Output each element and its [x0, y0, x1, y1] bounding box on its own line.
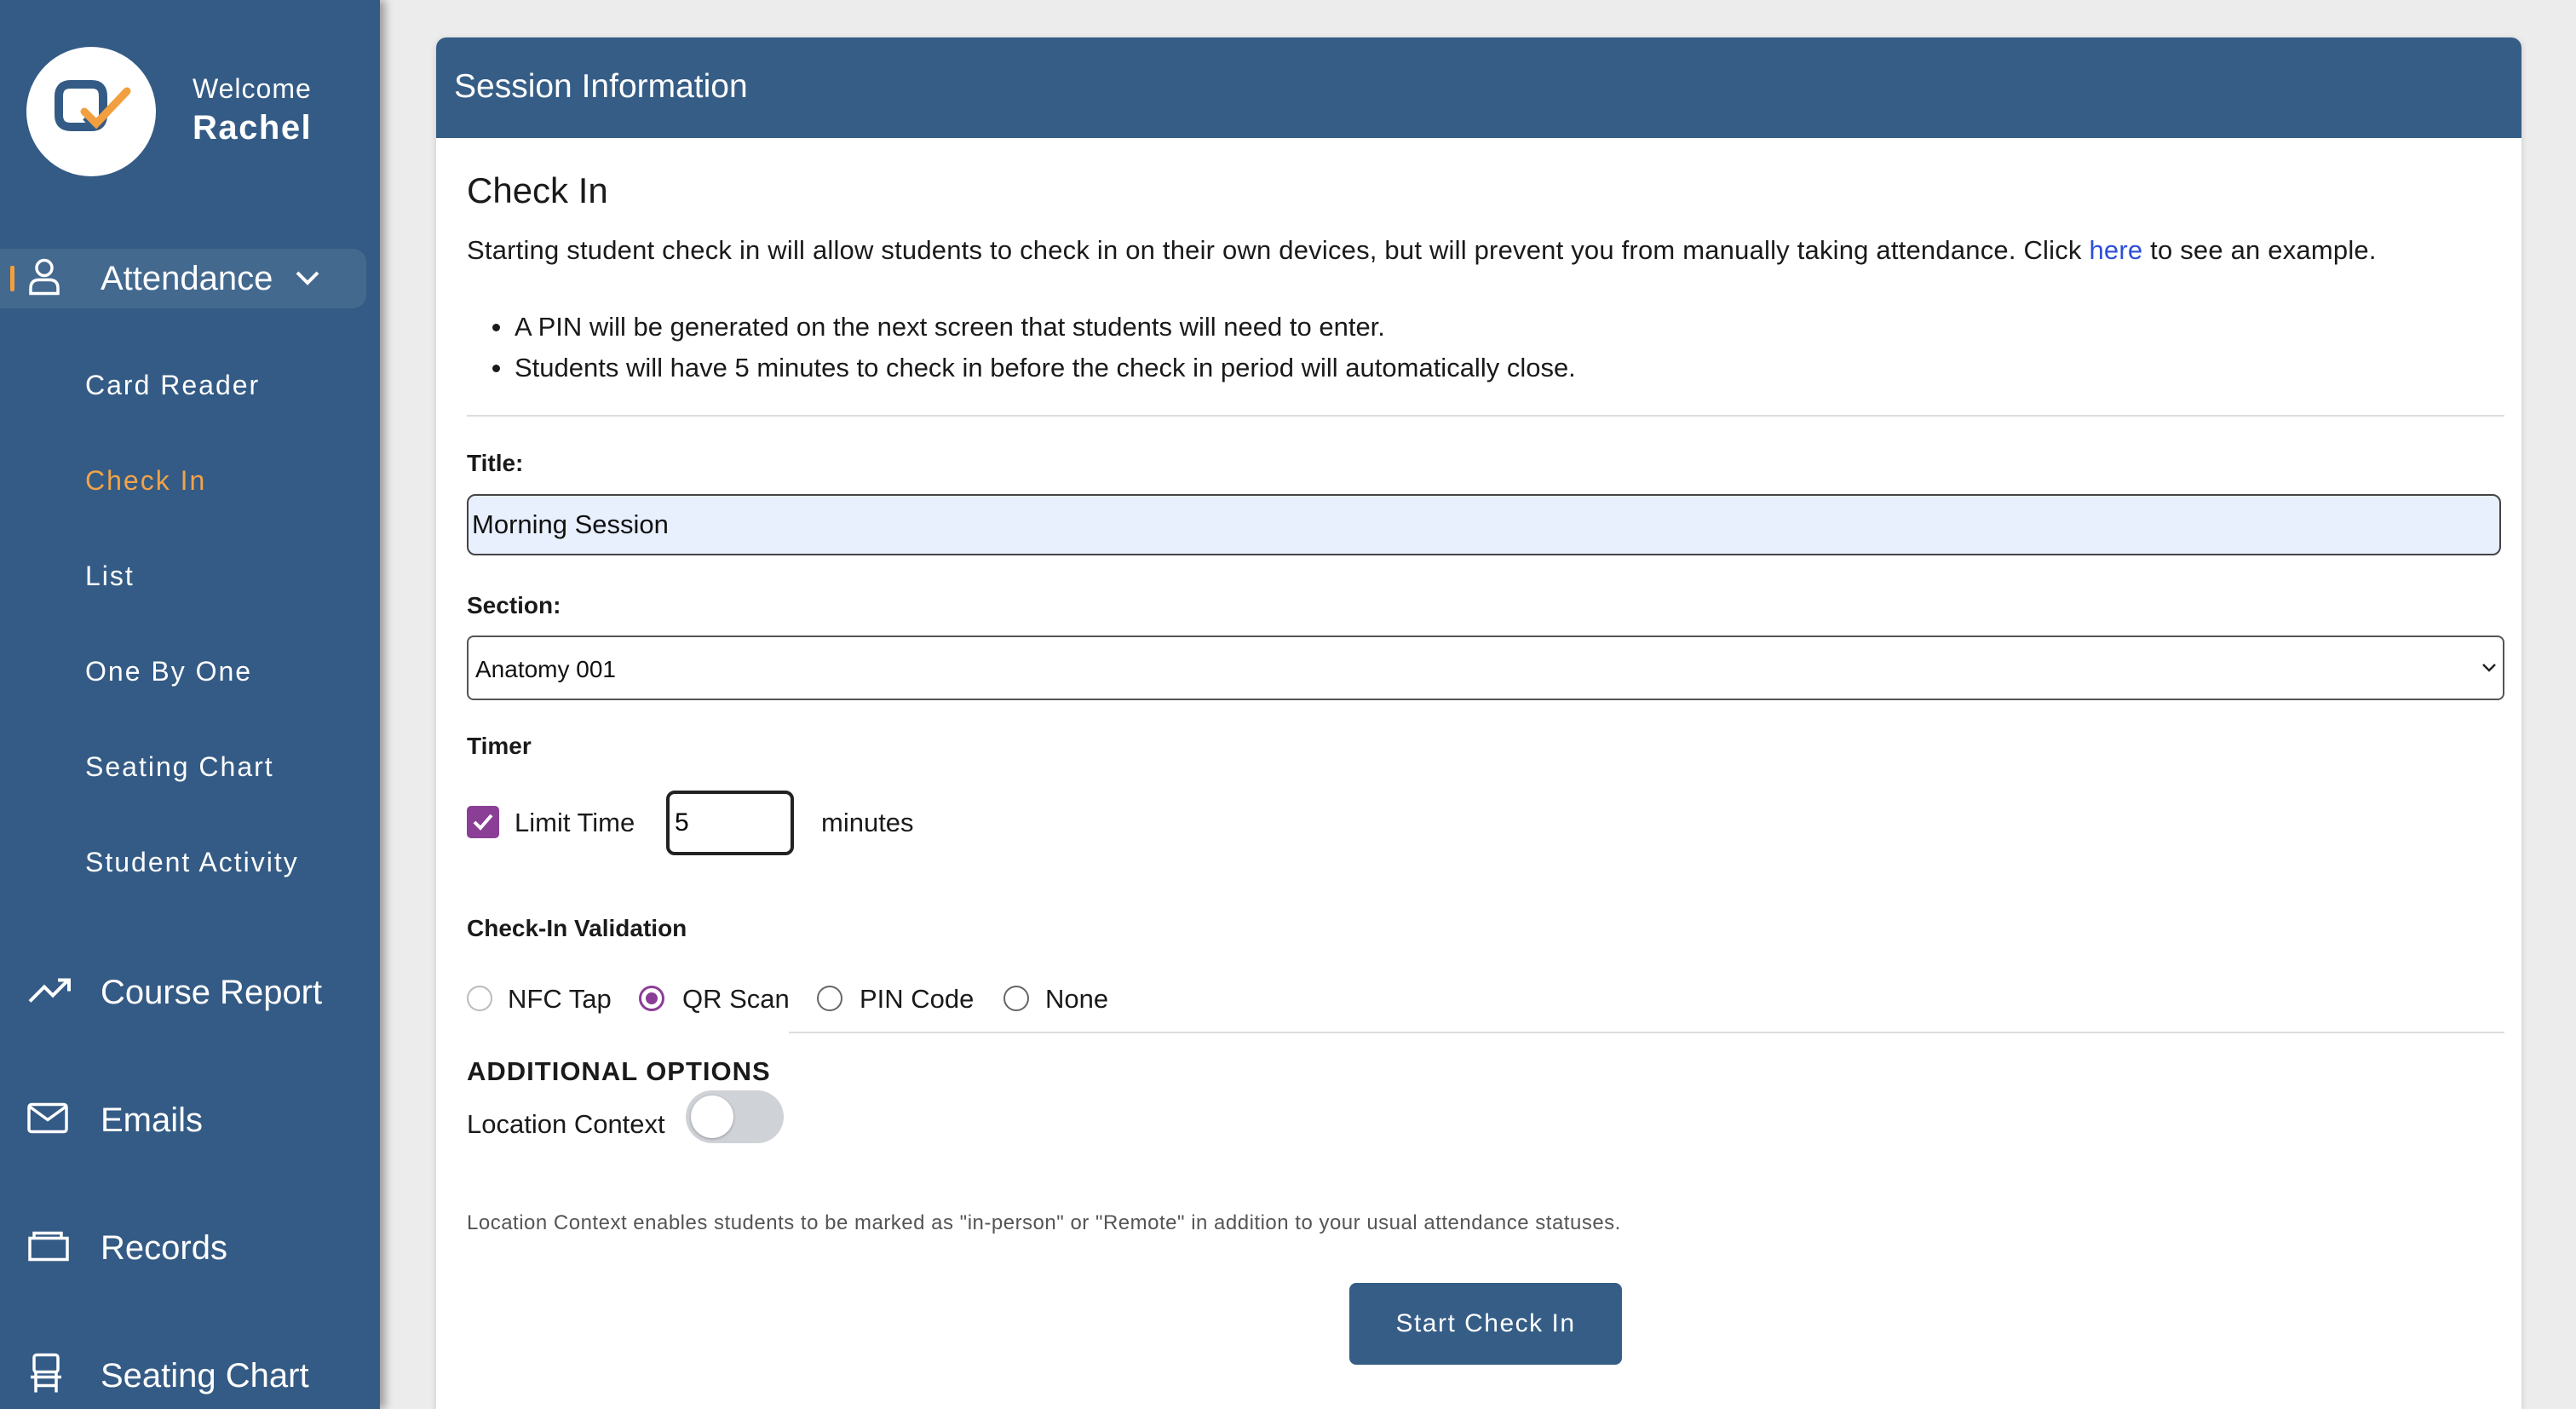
minutes-input[interactable]: [666, 791, 794, 855]
nav-emails-label: Emails: [101, 1101, 204, 1139]
radio-none-label: None: [1045, 984, 1109, 1014]
radio-pin-code[interactable]: [817, 986, 842, 1011]
additional-options-heading: ADDITIONAL OPTIONS: [467, 1056, 771, 1086]
page-title: Check In: [467, 170, 608, 210]
sidebar-item-card-reader[interactable]: Card Reader: [85, 370, 260, 401]
radio-qr-scan[interactable]: [639, 986, 664, 1011]
sidebar-item-list[interactable]: List: [85, 561, 135, 592]
divider: [467, 415, 2504, 417]
nav-attendance-label: Attendance: [101, 259, 273, 297]
title-label: Title:: [467, 450, 524, 476]
chevron-down-icon[interactable]: [294, 267, 321, 294]
section-label: Section:: [467, 592, 561, 618]
nav-seating-chart[interactable]: Seating Chart: [0, 1346, 366, 1406]
active-indicator: [10, 266, 14, 291]
card-header-title: Session Information: [454, 68, 748, 105]
timer-label: Timer: [467, 733, 532, 759]
radio-nfc-tap[interactable]: [467, 986, 492, 1011]
nav-records-label: Records: [101, 1228, 227, 1267]
limit-time-label: Limit Time: [515, 808, 635, 837]
nav-emails[interactable]: Emails: [0, 1090, 366, 1150]
intro-text-start: Starting student check in will allow stu…: [467, 235, 2090, 265]
sidebar-item-student-activity[interactable]: Student Activity: [85, 847, 299, 878]
nav-course-report[interactable]: Course Report: [0, 963, 366, 1022]
section-selected-value: Anatomy 001: [475, 656, 616, 682]
sidebar-item-seating-chart[interactable]: Seating Chart: [85, 751, 274, 783]
sidebar-item-check-in[interactable]: Check In: [85, 465, 206, 497]
intro-text-end: to see an example.: [2142, 235, 2377, 265]
user-name: Rachel: [193, 109, 313, 147]
nav-records[interactable]: Records: [0, 1218, 366, 1278]
nav-seating-chart-label: Seating Chart: [101, 1356, 309, 1395]
additional-options-divider: [789, 1032, 2504, 1033]
nav-course-report-label: Course Report: [101, 973, 323, 1011]
sidebar-item-one-by-one[interactable]: One By One: [85, 656, 252, 687]
welcome-text: Welcome: [193, 73, 312, 104]
nav-attendance[interactable]: Attendance: [0, 249, 366, 308]
radio-pin-code-label: PIN Code: [860, 984, 975, 1014]
radio-none[interactable]: [1003, 986, 1029, 1011]
title-input[interactable]: [467, 494, 2501, 555]
check-in-validation-label: Check-In Validation: [467, 915, 687, 941]
limit-time-checkbox[interactable]: [467, 806, 499, 838]
checkmark-icon: [473, 814, 493, 831]
trend-up-icon: [27, 976, 73, 1009]
chair-icon: [27, 1353, 65, 1399]
location-context-toggle[interactable]: [686, 1090, 784, 1143]
location-context-label: Location Context: [467, 1109, 665, 1139]
radio-nfc-tap-label: NFC Tap: [508, 984, 612, 1014]
card-header: Session Information: [436, 37, 2521, 138]
location-context-help: Location Context enables students to be …: [467, 1211, 1621, 1234]
session-information-card: Session Information Check In Starting st…: [436, 37, 2521, 1409]
intro-text: Starting student check in will allow stu…: [467, 235, 2377, 266]
mail-icon: [27, 1102, 68, 1138]
info-bullet-timer: Students will have 5 minutes to check in…: [492, 353, 1576, 382]
app-logo: [26, 47, 156, 176]
person-icon: [27, 258, 61, 300]
info-bullet-pin: A PIN will be generated on the next scre…: [492, 312, 1385, 342]
radio-qr-scan-label: QR Scan: [682, 984, 790, 1014]
folder-icon: [27, 1230, 70, 1267]
section-select[interactable]: Anatomy 001: [467, 635, 2504, 700]
start-check-in-button[interactable]: Start Check In: [1349, 1283, 1622, 1365]
chevron-down-icon: [2482, 664, 2496, 672]
minutes-unit-label: minutes: [821, 808, 914, 837]
example-link[interactable]: here: [2089, 235, 2142, 265]
sidebar: Welcome Rachel Attendance Card Reader Ch…: [0, 0, 380, 1409]
